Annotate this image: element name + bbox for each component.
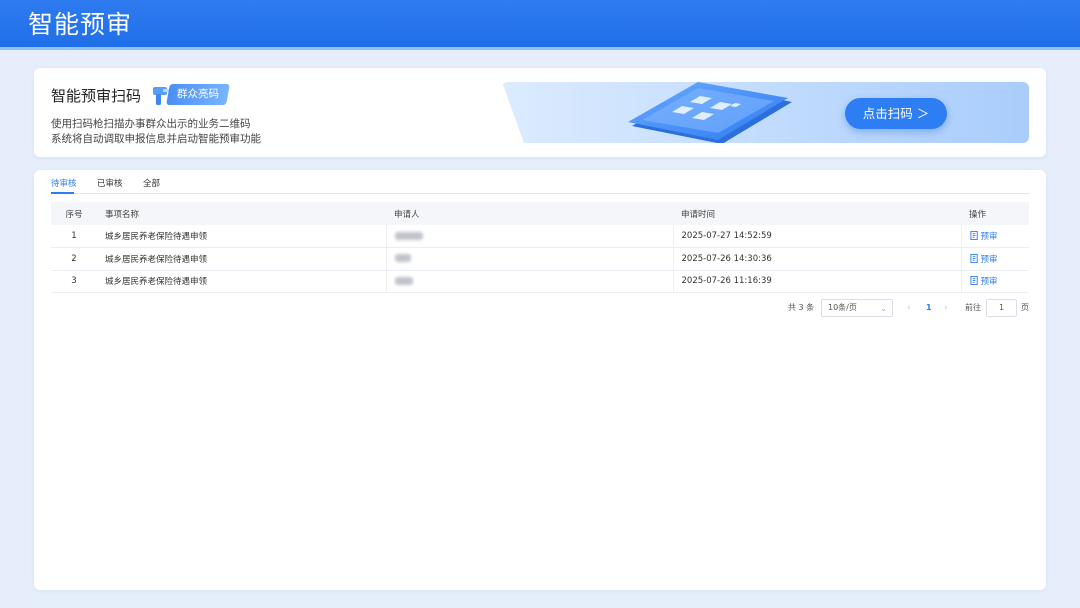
status-tabs: 待审核 已审核 全部 bbox=[51, 170, 1029, 194]
cell-name: 城乡居民养老保险待遇申领 bbox=[97, 225, 387, 248]
cell-applicant bbox=[386, 270, 674, 293]
pagination-total: 共 3 条 bbox=[788, 303, 815, 312]
col-header-no: 序号 bbox=[51, 202, 97, 225]
review-table: 序号 事项名称 申请人 申请时间 操作 1 城乡居民养老保险待遇申领 2025-… bbox=[51, 202, 1029, 293]
scan-badge: 群众亮码 bbox=[166, 84, 230, 105]
prereview-link[interactable]: 预审 bbox=[969, 276, 998, 287]
prereview-link[interactable]: 预审 bbox=[969, 231, 998, 242]
table-row: 3 城乡居民养老保险待遇申领 2025-07-26 11:16:39 预审 bbox=[51, 270, 1029, 293]
phone-qr-icon bbox=[502, 82, 1029, 143]
document-icon bbox=[969, 231, 978, 240]
page-title: 智能预审 bbox=[28, 10, 133, 39]
cell-time: 2025-07-27 14:52:59 bbox=[673, 225, 962, 248]
cell-applicant bbox=[386, 247, 674, 271]
cell-name: 城乡居民养老保险待遇申领 bbox=[97, 270, 387, 293]
cell-no: 1 bbox=[51, 225, 97, 248]
cell-action: 预审 bbox=[961, 247, 1029, 271]
redacted-applicant bbox=[394, 231, 423, 240]
scan-desc-line-2: 系统将自动调取申报信息并启动智能预审功能 bbox=[51, 133, 261, 145]
tab-pending[interactable]: 待审核 bbox=[51, 179, 77, 190]
app-header: 智能预审 bbox=[0, 0, 1080, 50]
review-list-card: 待审核 已审核 全部 序号 事项名称 申请人 申请时间 操作 1 城乡居民养老保… bbox=[34, 170, 1046, 590]
col-header-time: 申请时间 bbox=[673, 202, 961, 225]
col-header-name: 事项名称 bbox=[97, 202, 386, 225]
cell-name: 城乡居民养老保险待遇申领 bbox=[97, 247, 387, 271]
prev-page-button[interactable]: ‹ bbox=[907, 299, 911, 317]
active-tab-indicator bbox=[51, 192, 74, 194]
tab-all[interactable]: 全部 bbox=[143, 179, 160, 190]
page-number[interactable]: 1 bbox=[926, 299, 932, 317]
table-header-row: 序号 事项名称 申请人 申请时间 操作 bbox=[51, 202, 1029, 225]
scan-banner: 点击扫码 ＞ bbox=[502, 82, 1029, 143]
scan-title: 智能预审扫码 bbox=[51, 87, 142, 105]
cell-no: 3 bbox=[51, 270, 97, 293]
scan-button[interactable]: 点击扫码 ＞ bbox=[845, 98, 947, 129]
document-icon bbox=[969, 253, 978, 263]
page-size-value: 10条/页 bbox=[828, 303, 857, 312]
table-row: 2 城乡居民养老保险待遇申领 2025-07-26 14:30:36 预审 bbox=[51, 247, 1029, 271]
cell-action: 预审 bbox=[961, 270, 1029, 293]
scan-desc-line-1: 使用扫码枪扫描办事群众出示的业务二维码 bbox=[51, 118, 251, 130]
prereview-link[interactable]: 预审 bbox=[969, 253, 998, 265]
table-row: 1 城乡居民养老保险待遇申领 2025-07-27 14:52:59 预审 bbox=[51, 225, 1029, 248]
scan-card: 智能预审扫码 群众亮码 使用扫码枪扫描办事群众出示的业务二维码 系统将自动调取申… bbox=[34, 68, 1046, 157]
goto-label: 前往 bbox=[965, 303, 981, 312]
col-header-applicant: 申请人 bbox=[386, 202, 673, 225]
redacted-applicant bbox=[394, 254, 411, 263]
next-page-button[interactable]: › bbox=[944, 299, 948, 317]
chevron-down-icon: ⌄ bbox=[880, 304, 887, 313]
cell-time: 2025-07-26 11:16:39 bbox=[673, 270, 962, 293]
page-unit-label: 页 bbox=[1021, 303, 1029, 312]
document-icon bbox=[969, 276, 978, 286]
tab-reviewed[interactable]: 已审核 bbox=[97, 179, 123, 190]
cell-time: 2025-07-26 14:30:36 bbox=[673, 247, 962, 271]
cell-applicant bbox=[386, 225, 674, 248]
goto-page-input[interactable]: 1 bbox=[986, 299, 1017, 317]
col-header-action: 操作 bbox=[961, 202, 1029, 225]
cell-action: 预审 bbox=[961, 225, 1029, 248]
page-size-select[interactable]: 10条/页 ⌄ bbox=[821, 299, 893, 317]
cell-no: 2 bbox=[51, 247, 97, 271]
redacted-applicant bbox=[394, 276, 413, 285]
scan-description: 使用扫码枪扫描办事群众出示的业务二维码 系统将自动调取申报信息并启动智能预审功能 bbox=[51, 117, 261, 147]
